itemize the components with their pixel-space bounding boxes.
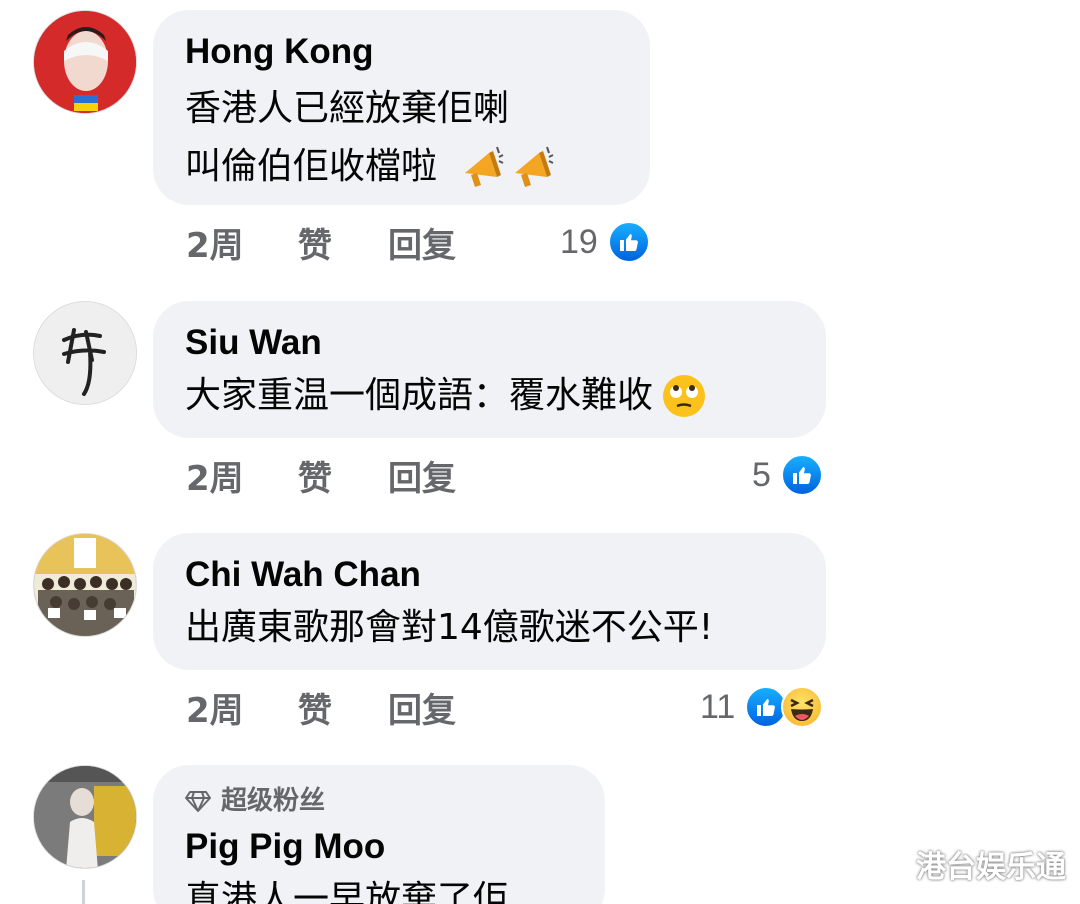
comment-bubble: Chi Wah Chan 出廣東歌那會對14億歌迷不公平! bbox=[153, 533, 826, 670]
comment-author[interactable]: Chi Wah Chan bbox=[185, 555, 794, 595]
like-button[interactable]: 赞 bbox=[298, 451, 388, 500]
comment-text: 出廣東歌那會對14億歌迷不公平! bbox=[185, 607, 714, 648]
comment-text-line: 出廣東歌那會對14億歌迷不公平! bbox=[185, 599, 794, 657]
comment-timestamp[interactable]: 2周 bbox=[186, 218, 298, 267]
reply-button[interactable]: 回复 bbox=[388, 218, 498, 267]
reply-button[interactable]: 回复 bbox=[388, 683, 498, 732]
comment-actions: 2周 赞 回复 bbox=[186, 450, 498, 500]
comment-timestamp[interactable]: 2周 bbox=[186, 451, 298, 500]
reaction-summary[interactable]: 5 bbox=[752, 450, 823, 500]
reaction-summary[interactable]: 11 bbox=[700, 682, 824, 732]
reaction-count: 5 bbox=[752, 455, 771, 494]
diamond-icon bbox=[185, 790, 211, 812]
top-fan-badge: 超级粉丝 bbox=[185, 783, 573, 819]
comment-text-line: 香港人已經放棄佢喇 bbox=[185, 80, 618, 138]
comment-bubble: Hong Kong 香港人已經放棄佢喇 叫倫伯佢收檔啦 bbox=[153, 10, 650, 205]
avatar[interactable] bbox=[33, 533, 137, 637]
comment-text-line: 叫倫伯佢收檔啦 bbox=[185, 138, 618, 196]
comment-author[interactable]: Siu Wan bbox=[185, 323, 794, 363]
watermark: 港台娱乐通 bbox=[916, 850, 1066, 885]
reply-thread-line bbox=[82, 880, 85, 904]
avatar[interactable] bbox=[33, 10, 137, 114]
comment-author[interactable]: Pig Pig Moo bbox=[185, 827, 573, 867]
comment-text-line: 真港人一早放棄了佢 bbox=[185, 871, 573, 904]
comment-text-line: 大家重温一個成語：覆水難收 bbox=[185, 367, 794, 425]
thumbs-up-icon bbox=[780, 454, 823, 496]
megaphone-icon bbox=[459, 143, 557, 191]
avatar[interactable] bbox=[33, 301, 137, 405]
like-button[interactable]: 赞 bbox=[298, 218, 388, 267]
reaction-count: 19 bbox=[560, 222, 598, 261]
comment-text: 香港人已經放棄佢喇 bbox=[185, 88, 510, 129]
badge-label: 超级粉丝 bbox=[221, 786, 326, 816]
like-button[interactable]: 赞 bbox=[298, 683, 388, 732]
reaction-count: 11 bbox=[700, 687, 736, 726]
comment-text: 叫倫伯佢收檔啦 bbox=[185, 146, 438, 187]
comment-bubble: 超级粉丝 Pig Pig Moo 真港人一早放棄了佢 bbox=[153, 765, 605, 904]
comment-actions: 2周 赞 回复 bbox=[186, 682, 498, 732]
comment-author[interactable]: Hong Kong bbox=[185, 32, 618, 72]
comment-text: 大家重温一個成語：覆水難收 bbox=[185, 375, 654, 416]
comment-text: 真港人一早放棄了佢 bbox=[185, 879, 510, 904]
comment-actions: 2周 赞 回复 bbox=[186, 217, 498, 267]
comment-bubble: Siu Wan 大家重温一個成語：覆水難收 bbox=[153, 301, 826, 438]
eye-roll-emoji-icon bbox=[661, 373, 707, 419]
avatar[interactable] bbox=[33, 765, 137, 869]
reaction-summary[interactable]: 19 bbox=[560, 217, 650, 267]
thumbs-up-icon bbox=[607, 221, 650, 263]
comment-timestamp[interactable]: 2周 bbox=[186, 683, 298, 732]
reply-button[interactable]: 回复 bbox=[388, 451, 498, 500]
haha-emoji-icon bbox=[781, 686, 824, 728]
